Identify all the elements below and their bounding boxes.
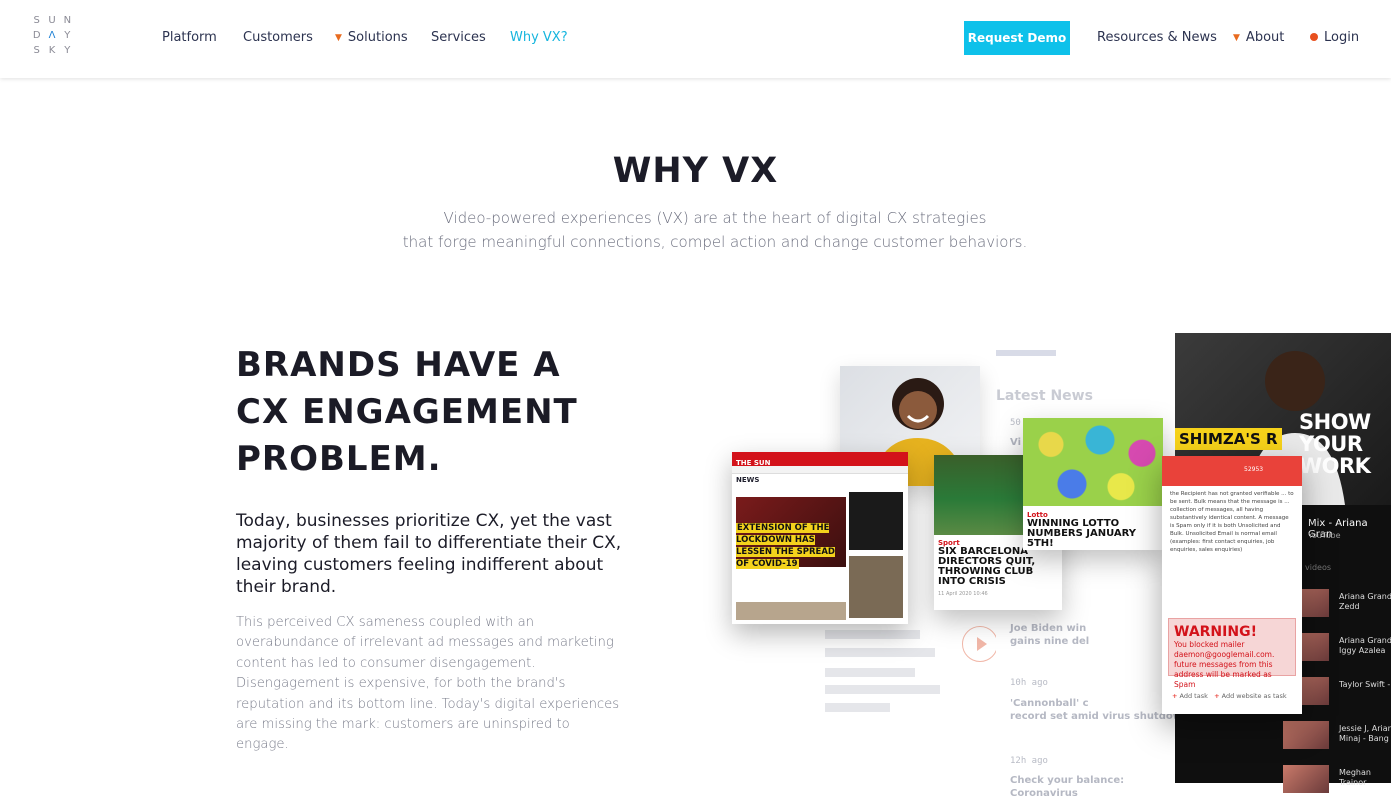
lotto-headline: WINNING LOTTO NUMBERS JANUARY 5TH! [1027,518,1137,549]
sun-headline: EXTENSION OF THE LOCKDOWN HAS LESSEN THE… [736,523,835,569]
videos-label: videos [1305,563,1332,572]
sun-sidebar-image [849,556,903,618]
add-task-button[interactable]: Add task [1180,692,1208,700]
sport-meta: 11 April 2020 10:46 [938,591,988,597]
email-client-window: 52953 the Recipient has not granted veri… [1162,456,1302,714]
now-playing-source: YouTube [1308,531,1341,540]
product-collage: Latest News 50 Vi Joe Biden win gains ni… [720,330,1391,799]
shimza-banner: SHIMZA'S R [1175,428,1282,450]
heading-line: CX ENGAGEMENT [236,392,578,432]
sun-section-label: NEWS [736,476,760,484]
logo-letter: Y [64,30,71,41]
playlist-item-title: Jessie J, Ariana Minaj - Bang B [1339,724,1391,743]
email-footer: + Add task + Add website as task [1172,692,1287,700]
news-time: 50 [1010,418,1021,428]
subtitle-line: that forge meaningful connections, compe… [402,233,1028,251]
playlist-item-title: Taylor Swift - [1339,680,1391,689]
caret-down-icon: ▼ [335,33,342,43]
placeholder-bar [825,648,935,657]
playlist-thumb [1283,765,1329,793]
playlist-item-title: Meghan Trainor [1339,768,1371,787]
news-time: 10h ago [1010,678,1048,688]
add-icon: + [1214,692,1220,700]
heading-line: BRANDS HAVE A [236,345,561,385]
nav-resources-news[interactable]: Resources & News [1097,30,1217,45]
playlist-item-title: Ariana Grande Iggy Azalea [1339,636,1391,655]
logo-letter: D [32,30,41,41]
nav-solutions-label: Solutions [347,30,408,45]
playlist-item-title: Ariana Grande Zedd [1339,592,1391,611]
logo-letter: S [33,15,40,26]
lotto-balls-image [1023,418,1163,506]
why-vx-subtitle: Video-powered experiences (VX) are at th… [0,206,1391,254]
logo-letter: Λ [48,30,56,41]
nav-login[interactable]: Login [1310,30,1359,45]
add-icon: + [1172,692,1178,700]
sun-nav-bar [732,466,908,474]
warning-title: WARNING! [1174,624,1257,640]
nav-about-label: About [1245,30,1285,45]
nav-customers[interactable]: Customers [243,30,313,45]
news-headline[interactable]: Vi [1010,436,1021,449]
sundaysky-logo[interactable]: S U N D Λ Y S K Y [29,15,75,56]
body-paragraph: This perceived CX sameness coupled with … [236,615,620,753]
news-time: 12h ago [1010,756,1048,766]
top-navigation: S U N D Λ Y S K Y Platform Customers ▼ So… [0,0,1391,78]
message-count: 52953 [1244,466,1264,473]
the-sun-article-card[interactable]: THE SUN NEWS EXTENSION OF THE LOCKDOWN H… [732,452,908,624]
add-website-button[interactable]: Add website as task [1222,692,1287,700]
latest-news-title: Latest News [996,388,1093,404]
warning-text: You blocked mailer daemon@googlemail.com… [1174,640,1275,689]
news-headline[interactable]: Joe Biden win gains nine del [1010,622,1089,648]
why-vx-title: WHY VX [612,151,779,191]
lotto-card-body: Lotto WINNING LOTTO NUMBERS JANUARY 5TH! [1023,506,1163,549]
logo-letter: K [48,45,56,56]
email-toolbar: 52953 [1162,456,1302,486]
login-dot-icon [1310,33,1318,41]
playlist-item[interactable]: Meghan Trainor [1283,765,1391,795]
brands-heading: BRANDS HAVE A CX ENGAGEMENT PROBLEM. [236,342,578,483]
play-icon[interactable] [962,626,998,662]
lotto-article-card[interactable]: Lotto WINNING LOTTO NUMBERS JANUARY 5TH! [1023,418,1163,550]
placeholder-bar [825,703,890,712]
playlist-thumb [1283,721,1329,749]
logo-letter: S [33,45,40,56]
sun-masthead: THE SUN [732,452,908,467]
spam-warning-box: WARNING! You blocked mailer daemon@googl… [1168,618,1296,689]
placeholder-bar [825,668,915,677]
sun-logo: THE SUN [736,459,771,467]
heading-line: PROBLEM. [236,439,442,479]
nav-platform[interactable]: Platform [162,30,217,45]
nav-services[interactable]: Services [431,30,486,45]
sun-sidebar-list [849,492,903,550]
request-demo-button[interactable]: Request Demo [964,21,1070,55]
nav-login-label: Login [1324,30,1360,45]
caret-down-icon: ▼ [1233,33,1240,43]
sun-crowd-image [736,602,846,620]
email-body-text: the Recipient has not granted verifiable… [1170,491,1294,553]
placeholder-bar [825,630,920,639]
subtitle-line: Video-powered experiences (VX) are at th… [443,209,987,227]
logo-letter: Y [64,45,71,56]
sport-headline: SIX BARCELONA DIRECTORS QUIT, THROWING C… [938,546,1036,587]
news-headline[interactable]: Check your balance: Coronavirus [1010,774,1176,800]
lead-paragraph: Today, businesses prioritize CX, yet the… [236,511,622,597]
nav-why-vx[interactable]: Why VX? [510,30,568,45]
placeholder-bar [825,685,940,694]
nav-solutions[interactable]: ▼ Solutions [335,30,408,45]
nav-about[interactable]: ▼ About [1233,30,1284,45]
playlist-item[interactable]: Jessie J, Ariana Minaj - Bang B [1283,721,1391,751]
logo-letter: U [48,15,56,26]
show-your-work-overlay: SHOW YOUR WORK [1299,410,1371,478]
logo-letter: N [63,15,72,26]
news-accent-bar [996,350,1056,356]
